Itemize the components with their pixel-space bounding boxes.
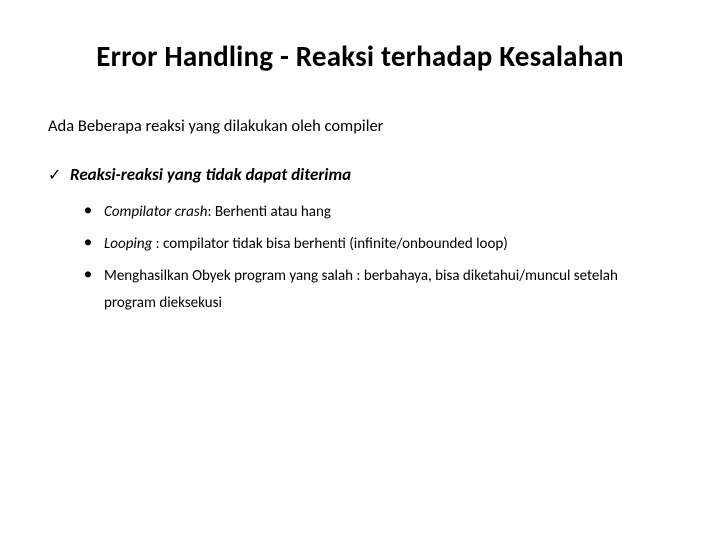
intro-text: Ada Beberapa reaksi yang dilakukan oleh … — [48, 116, 672, 136]
bullet-lead: Compilator crash — [104, 203, 207, 221]
bullet-lead: Looping — [104, 235, 152, 253]
bullet-text: Compilator crash: Berhenti atau hang — [104, 199, 672, 227]
list-item: ● Compilator crash: Berhenti atau hang — [84, 199, 672, 227]
bullet-rest: : compilator tidak bisa berhenti (infini… — [152, 235, 508, 253]
list-item: ● Menghasilkan Obyek program yang salah … — [84, 263, 672, 319]
bullet-text: Looping : compilator tidak bisa berhenti… — [104, 231, 672, 259]
bullet-icon: ● — [84, 199, 104, 224]
section-heading: Reaksi-reaksi yang tidak dapat diterima — [70, 164, 351, 185]
bullet-icon: ● — [84, 263, 104, 288]
bullet-rest: : Berhenti atau hang — [207, 203, 330, 221]
slide: Error Handling - Reaksi terhadap Kesalah… — [0, 0, 720, 540]
section-heading-row: ✓ Reaksi-reaksi yang tidak dapat diterim… — [48, 164, 672, 185]
list-item: ● Looping : compilator tidak bisa berhen… — [84, 231, 672, 259]
bullet-icon: ● — [84, 231, 104, 256]
bullet-rest: Menghasilkan Obyek program yang salah : … — [104, 267, 618, 313]
bullet-list: ● Compilator crash: Berhenti atau hang ●… — [84, 199, 672, 318]
slide-title: Error Handling - Reaksi terhadap Kesalah… — [48, 38, 672, 74]
bullet-text: Menghasilkan Obyek program yang salah : … — [104, 263, 672, 319]
check-icon: ✓ — [48, 168, 70, 184]
